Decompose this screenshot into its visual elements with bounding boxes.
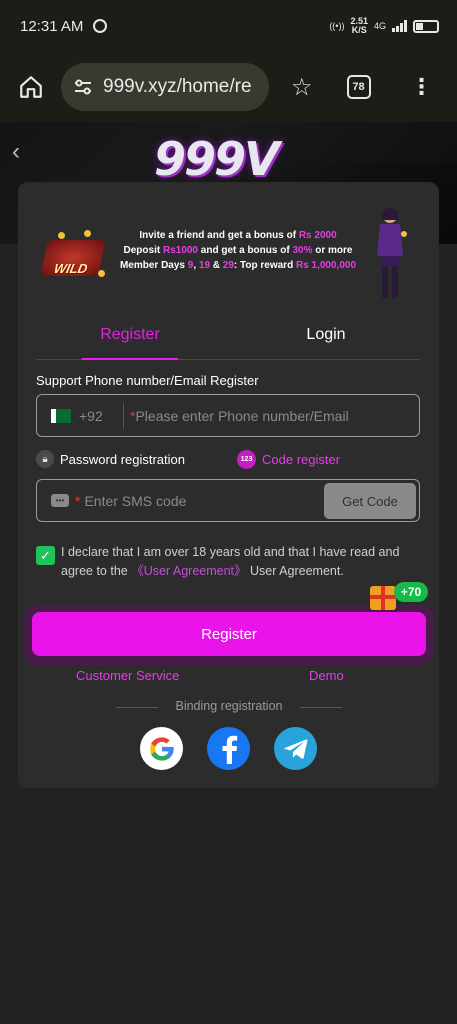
- facebook-icon: [222, 735, 237, 764]
- telegram-login-button[interactable]: [274, 727, 317, 770]
- network-speed: 2.51 K/S: [350, 17, 368, 35]
- google-icon: [149, 736, 174, 761]
- promo-character-image: [377, 208, 407, 298]
- get-code-button[interactable]: Get Code: [324, 483, 416, 519]
- lock-icon[interactable]: 🔒︎: [36, 450, 54, 468]
- customer-service-link[interactable]: Customer Service: [76, 668, 179, 683]
- agreement-checkbox[interactable]: ✓: [36, 546, 55, 565]
- tab-count: 78: [352, 81, 365, 93]
- country-dial-code[interactable]: +92: [79, 408, 111, 424]
- tab-login[interactable]: Login: [278, 326, 374, 344]
- promo-line-3: Member Days 9, 19 & 29: Top reward Rs 1,…: [119, 260, 357, 271]
- coin-icon: [84, 230, 91, 237]
- registration-mode-row: 🔒︎ Password registration 123 Code regist…: [36, 448, 420, 470]
- code-register-option[interactable]: Code register: [262, 452, 340, 467]
- more-menu-icon[interactable]: ⋮: [411, 74, 433, 100]
- status-bar: 12:31 AM ((•)) 2.51 K/S 4G: [0, 0, 457, 52]
- promo-line-2: Deposit Rs1000 and get a bonus of 30% or…: [123, 245, 353, 256]
- promo-text: Invite a friend and get a bonus of Rs 20…: [118, 228, 358, 273]
- register-button[interactable]: Register: [32, 612, 426, 656]
- coin-icon: [98, 270, 105, 277]
- code-register-icon[interactable]: 123: [237, 449, 256, 469]
- footer-links: Customer Service Demo: [18, 668, 439, 688]
- site-settings-icon[interactable]: [73, 77, 93, 97]
- binding-registration-label: Binding registration: [175, 699, 283, 713]
- url-text[interactable]: 999v.xyz/home/re: [103, 76, 252, 98]
- phone-email-field[interactable]: +92 *: [36, 394, 420, 437]
- bookmark-star-icon[interactable]: ☆: [291, 73, 313, 102]
- required-mark: *: [75, 492, 81, 509]
- pakistan-flag-icon[interactable]: [51, 408, 71, 423]
- gift-icon: [370, 586, 396, 610]
- promo-line-1: Invite a friend and get a bonus of Rs 20…: [139, 230, 337, 241]
- user-agreement-link[interactable]: 《User Agreement》: [131, 564, 246, 578]
- facebook-login-button[interactable]: [207, 727, 250, 770]
- auth-tabs: Register Login: [36, 314, 420, 360]
- battery-icon: [413, 19, 439, 33]
- status-time: 12:31 AM: [20, 17, 84, 35]
- hotspot-icon: ((•)): [329, 21, 345, 31]
- register-method-label: Support Phone number/Email Register: [36, 373, 259, 388]
- home-icon[interactable]: [18, 74, 44, 100]
- sms-code-field[interactable]: ••• * Get Code: [36, 479, 420, 522]
- message-icon: •••: [51, 494, 69, 507]
- network-type: 4G: [373, 21, 386, 31]
- signal-icon: [392, 20, 407, 32]
- speed-unit: K/S: [351, 25, 367, 35]
- google-login-button[interactable]: [140, 727, 183, 770]
- phone-email-input[interactable]: [135, 407, 376, 424]
- bonus-badge: +70: [394, 582, 428, 602]
- tab-switcher-button[interactable]: 78: [346, 75, 371, 99]
- browser-toolbar: 999v.xyz/home/re ☆ 78 ⋮: [0, 52, 457, 122]
- password-registration-option[interactable]: Password registration: [60, 452, 185, 467]
- wild-badge-text: WILD: [52, 261, 89, 276]
- whatsapp-icon: [93, 19, 108, 33]
- promo-banner[interactable]: WILD Invite a friend and get a bonus of …: [18, 182, 439, 302]
- binding-registration-header: Binding registration: [18, 699, 439, 715]
- divider-line: [300, 707, 342, 708]
- wild-badge-graphic: WILD: [40, 240, 106, 276]
- divider-line: [116, 707, 158, 708]
- field-divider: [123, 402, 124, 429]
- address-bar[interactable]: 999v.xyz/home/re: [61, 63, 269, 111]
- back-arrow-icon[interactable]: ‹: [12, 138, 20, 166]
- site-logo: 999V: [154, 132, 280, 186]
- sms-code-input[interactable]: [84, 492, 321, 509]
- coin-icon: [58, 232, 65, 239]
- agreement-text: I declare that I am over 18 years old an…: [61, 545, 400, 578]
- agreement-row: ✓ I declare that I am over 18 years old …: [36, 543, 426, 581]
- tab-register[interactable]: Register: [82, 326, 178, 344]
- telegram-icon: [283, 738, 307, 759]
- active-tab-indicator: [82, 358, 178, 360]
- status-indicators: ((•)) 2.51 K/S 4G: [329, 17, 439, 35]
- register-card: WILD Invite a friend and get a bonus of …: [18, 182, 439, 788]
- demo-link[interactable]: Demo: [309, 668, 344, 683]
